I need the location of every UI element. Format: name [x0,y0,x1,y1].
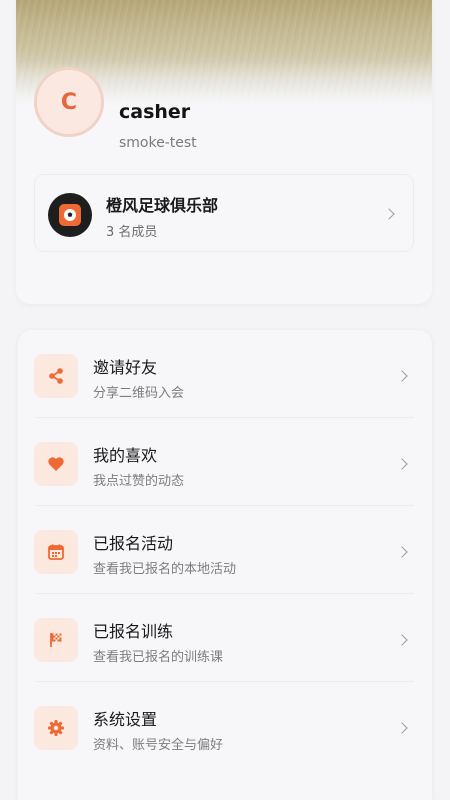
menu-item-settings[interactable]: 系统设置 资料、账号安全与偏好 [18,682,432,770]
menu-title: 我的喜欢 [93,446,158,465]
menu-item-my-likes[interactable]: 我的喜欢 我点过赞的动态 [18,418,432,506]
menu-description: 查看我已报名的本地活动 [93,562,237,577]
gear-icon [34,706,78,750]
club-name: 橙风足球俱乐部 [106,196,219,215]
chevron-right-icon [396,722,408,734]
calendar-icon [34,530,78,574]
menu-title: 系统设置 [93,710,158,729]
menu-item-registered-events[interactable]: 已报名活动 查看我已报名的本地活动 [18,506,432,594]
avatar-initial: C [60,89,78,115]
user-subtitle: smoke-test [119,135,197,151]
heart-icon [34,442,78,486]
menu-card: 邀请好友 分享二维码入会 我的喜欢 我点过赞的动态 已报名活动 查看我已报名的本… [18,330,432,800]
profile-card [16,0,432,304]
club-member-count: 3 名成员 [106,225,158,240]
flag-icon [34,618,78,662]
chevron-right-icon [396,458,408,470]
menu-item-invite-friends[interactable]: 邀请好友 分享二维码入会 [18,330,432,418]
chevron-right-icon [396,370,408,382]
menu-item-registered-training[interactable]: 已报名训练 查看我已报名的训练课 [18,594,432,682]
menu-description: 资料、账号安全与偏好 [93,738,224,753]
soccer-ball-icon [59,204,81,226]
username: casher [119,101,191,123]
menu-title: 已报名活动 [93,534,174,553]
club-card[interactable]: 橙风足球俱乐部 3 名成员 [34,174,414,252]
chevron-right-icon [396,546,408,558]
share-icon [34,354,78,398]
menu-title: 邀请好友 [93,358,158,377]
chevron-right-icon [396,634,408,646]
menu-description: 分享二维码入会 [93,386,185,401]
menu-description: 我点过赞的动态 [93,474,185,489]
menu-title: 已报名训练 [93,622,174,641]
menu-description: 查看我已报名的训练课 [93,650,224,665]
avatar[interactable]: C [34,67,104,137]
chevron-right-icon [383,208,395,220]
club-logo [48,193,92,237]
